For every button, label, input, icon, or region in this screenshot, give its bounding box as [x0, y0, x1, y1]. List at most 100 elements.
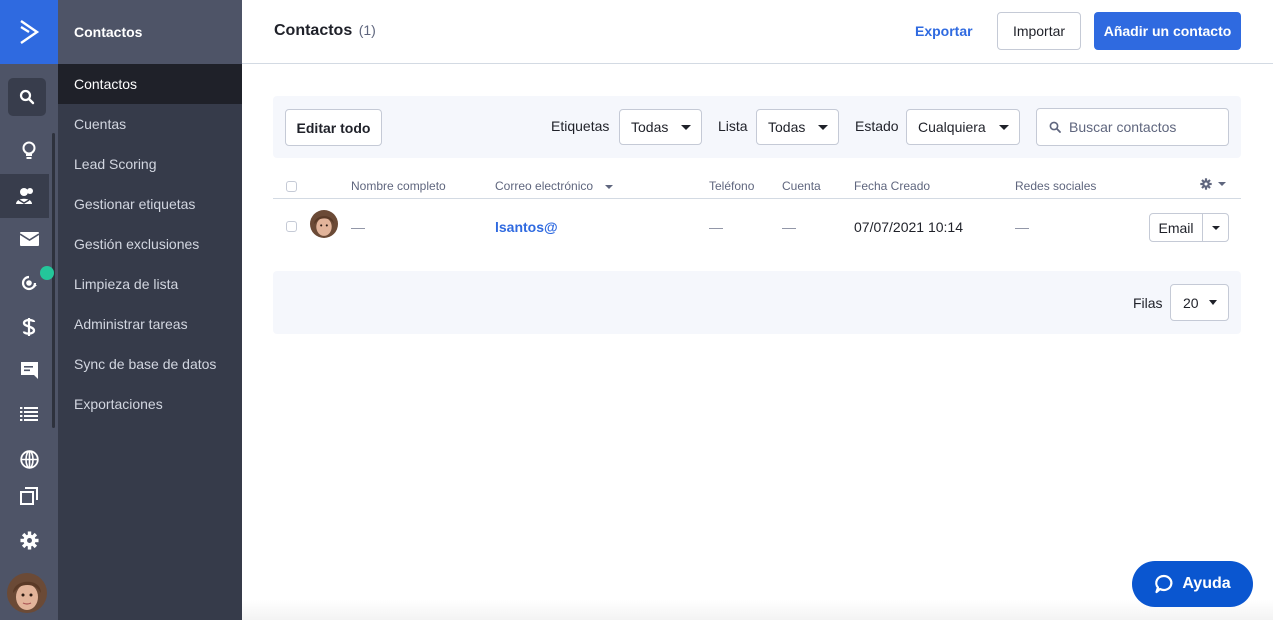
pages-icon — [20, 487, 38, 505]
column-header-email-label: Correo electrónico — [495, 179, 594, 193]
rail-email-button[interactable] — [0, 219, 58, 259]
list-filter-label: Lista — [718, 118, 748, 134]
chevron-down-icon — [1212, 226, 1220, 230]
row-checkbox[interactable] — [286, 221, 297, 232]
list-filter-value: Todas — [768, 119, 806, 135]
contact-count: (1) — [358, 22, 376, 38]
subnav-item-limpieza-de-lista[interactable]: Limpieza de lista — [58, 264, 242, 304]
globe-icon — [19, 449, 39, 469]
chevron-down-icon — [1209, 300, 1217, 305]
contact-avatar — [310, 210, 338, 238]
subnav-item-administrar-tareas[interactable]: Administrar tareas — [58, 304, 242, 344]
sort-caret-icon — [605, 184, 614, 189]
email-dropdown-button[interactable] — [1203, 214, 1228, 241]
select-all-checkbox[interactable] — [286, 181, 297, 192]
cell-phone: — — [709, 219, 723, 235]
help-button[interactable]: Ayuda — [1132, 561, 1253, 607]
bottom-shadow — [242, 600, 1273, 620]
subnav-item-cuentas[interactable]: Cuentas — [58, 104, 242, 144]
contacts-icon — [15, 188, 33, 204]
filter-bar: Editar todo Etiquetas Todas Lista Todas … — [273, 96, 1241, 158]
chevron-down-icon — [681, 125, 691, 130]
rail-conversations-button[interactable] — [0, 350, 58, 390]
list-filter-select[interactable]: Todas — [756, 109, 839, 145]
subnav-item-gestionar-etiquetas[interactable]: Gestionar etiquetas — [58, 184, 242, 224]
email-icon — [19, 232, 39, 246]
column-header-account[interactable]: Cuenta — [782, 179, 821, 193]
column-header-social[interactable]: Redes sociales — [1015, 179, 1096, 193]
page-title: Contactos (1) — [274, 22, 376, 40]
table-row[interactable]: — lsantos@ — — 07/07/2021 10:14 — Email — [273, 199, 1241, 256]
status-filter-label: Estado — [855, 118, 899, 134]
subnav-item-contactos[interactable]: Contactos — [58, 64, 242, 104]
lightbulb-icon — [22, 141, 36, 159]
rail-settings-button[interactable] — [0, 520, 58, 560]
chat-bubble-icon — [1155, 574, 1173, 594]
subnav-item-lead-scoring[interactable]: Lead Scoring — [58, 144, 242, 184]
search-contacts-input[interactable] — [1069, 119, 1219, 135]
rail-contacts-button[interactable] — [0, 174, 49, 218]
automation-icon — [21, 275, 37, 291]
status-filter-select[interactable]: Cualquiera — [906, 109, 1020, 145]
logo[interactable] — [0, 0, 58, 64]
page-header: Contactos (1) Exportar Importar Añadir u… — [242, 0, 1273, 64]
import-button[interactable]: Importar — [997, 12, 1081, 50]
tags-filter-value: Todas — [631, 119, 669, 135]
chevron-down-icon — [818, 125, 828, 130]
rail-ideas-button[interactable] — [0, 131, 58, 171]
cell-email[interactable]: lsantos@ — [495, 219, 558, 235]
rail-site-button[interactable] — [0, 439, 58, 479]
user-avatar[interactable] — [7, 573, 47, 613]
chevron-down-icon — [1218, 182, 1226, 186]
gear-icon — [1200, 178, 1212, 190]
notification-dot — [40, 266, 54, 280]
status-filter-value: Cualquiera — [918, 119, 986, 135]
column-settings-button[interactable] — [1200, 178, 1226, 190]
logo-icon — [20, 20, 40, 44]
rail-deals-button[interactable] — [0, 307, 58, 347]
edit-all-button[interactable]: Editar todo — [285, 109, 382, 146]
subnav-item-exportaciones[interactable]: Exportaciones — [58, 384, 242, 424]
rows-per-page-select[interactable]: 20 — [1170, 284, 1229, 321]
search-icon — [19, 89, 35, 105]
add-contact-button[interactable]: Añadir un contacto — [1094, 12, 1241, 50]
page-title-text: Contactos — [274, 22, 353, 39]
pagination-bar: Filas 20 — [273, 271, 1241, 334]
cell-name: — — [351, 219, 365, 235]
avatar-photo — [7, 573, 47, 613]
subnav-item-sync-base-datos[interactable]: Sync de base de datos — [58, 344, 242, 384]
dollar-icon — [22, 318, 36, 336]
cell-account: — — [782, 219, 796, 235]
rail-pages-button[interactable] — [0, 476, 58, 516]
help-button-label: Ayuda — [1182, 575, 1231, 592]
icon-rail — [0, 0, 58, 620]
column-header-phone[interactable]: Teléfono — [709, 179, 754, 193]
gear-icon — [19, 530, 39, 550]
secondary-nav: Contactos Contactos Cuentas Lead Scoring… — [58, 0, 242, 620]
subnav-item-gestion-exclusiones[interactable]: Gestión exclusiones — [58, 224, 242, 264]
search-contacts-box[interactable] — [1036, 108, 1229, 146]
subnav-title: Contactos — [58, 0, 242, 64]
column-header-name[interactable]: Nombre completo — [351, 179, 446, 193]
main-content: Contactos (1) Exportar Importar Añadir u… — [242, 0, 1273, 620]
rail-search-button[interactable] — [8, 78, 46, 116]
chevron-down-icon — [999, 125, 1009, 130]
export-button[interactable]: Exportar — [902, 12, 986, 50]
rows-per-page-value: 20 — [1183, 294, 1199, 311]
row-email-split-button: Email — [1149, 213, 1229, 242]
tags-filter-label: Etiquetas — [551, 118, 610, 134]
list-icon — [20, 407, 38, 421]
cell-social: — — [1015, 219, 1029, 235]
column-header-email[interactable]: Correo electrónico — [495, 179, 614, 193]
rows-per-page-label: Filas — [1133, 295, 1163, 311]
email-button[interactable]: Email — [1150, 214, 1203, 241]
avatar-photo — [310, 210, 338, 238]
cell-created: 07/07/2021 10:14 — [854, 219, 963, 235]
column-header-created[interactable]: Fecha Creado — [854, 179, 930, 193]
rail-lists-button[interactable] — [0, 394, 58, 434]
contacts-table: Nombre completo Correo electrónico Teléf… — [273, 172, 1241, 256]
search-icon — [1049, 121, 1061, 133]
chat-icon — [20, 361, 38, 379]
tags-filter-select[interactable]: Todas — [619, 109, 702, 145]
table-header: Nombre completo Correo electrónico Teléf… — [273, 172, 1241, 199]
